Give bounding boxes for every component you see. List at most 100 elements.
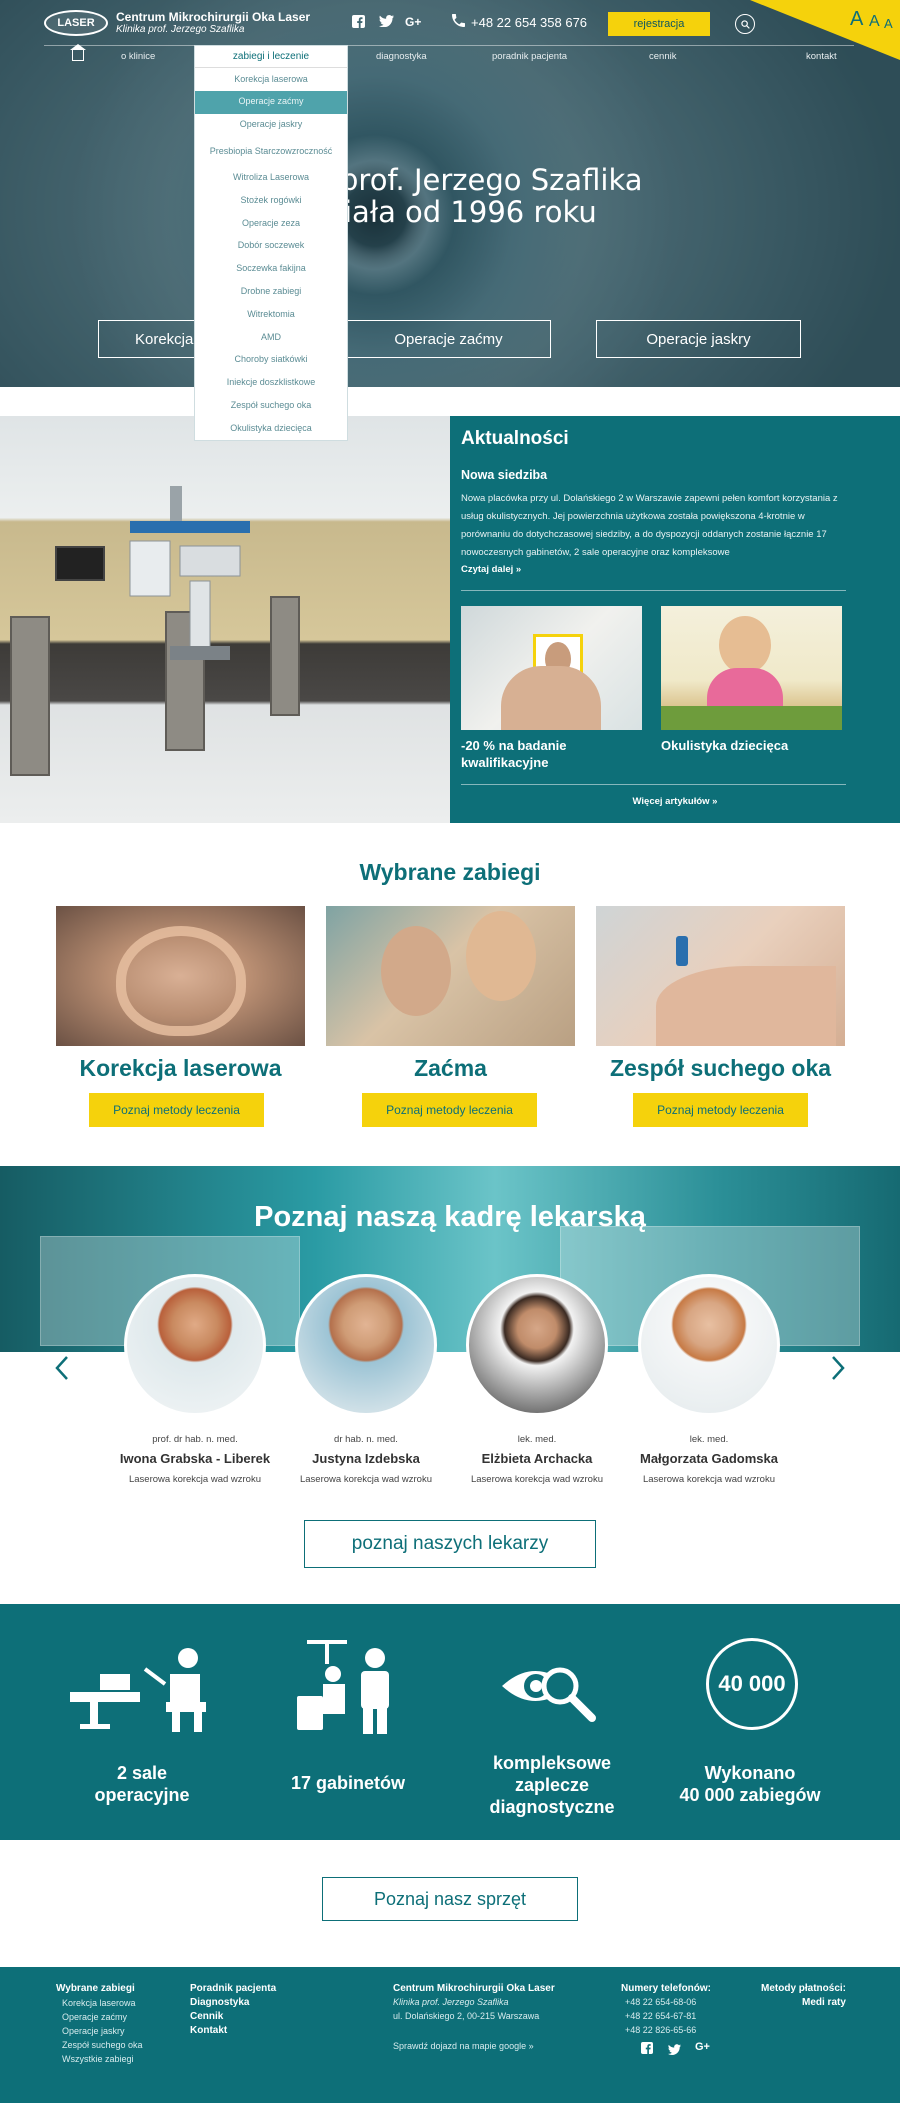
dropdown-item[interactable]: Soczewka fakijna: [195, 258, 347, 281]
google-plus-icon[interactable]: G+: [405, 15, 421, 29]
footer-link[interactable]: Wszystkie zabiegi: [62, 2054, 134, 2064]
facebook-icon[interactable]: [352, 15, 365, 31]
carousel-prev-arrow[interactable]: [54, 1355, 70, 1389]
treatment-button[interactable]: Poznaj metody leczenia: [633, 1093, 808, 1127]
dropdown-item[interactable]: Drobne zabiegi: [195, 280, 347, 303]
news-card-title[interactable]: -20 % na badanie kwalifikacyjne: [461, 738, 642, 772]
footer-google-plus-icon[interactable]: G+: [695, 2041, 710, 2053]
news-divider: [461, 784, 846, 785]
dropdown-item[interactable]: Stożek rogówki: [195, 189, 347, 212]
doctor-photo[interactable]: [466, 1274, 608, 1416]
hero-section: LASER Centrum Mikrochirurgii Oka Laser K…: [0, 0, 900, 387]
dropdown-item-active[interactable]: Operacje zaćmy: [195, 90, 347, 114]
footer-link[interactable]: Cennik: [190, 2011, 223, 2022]
dropdown-item[interactable]: Iniekcje doszklistkowe: [195, 372, 347, 395]
treatment-name[interactable]: Zespół suchego oka: [596, 1055, 845, 1082]
nav-cennik[interactable]: cennik: [649, 51, 676, 62]
nav-zabiegi-i-leczenie[interactable]: zabiegi i leczenie: [195, 46, 347, 68]
treatment-button[interactable]: Poznaj metody leczenia: [362, 1093, 537, 1127]
news-read-more-link[interactable]: Czytaj dalej »: [461, 564, 521, 575]
news-card-image-discount[interactable]: [461, 606, 642, 730]
dropdown-item[interactable]: Presbiopia Starczowzroczność: [195, 136, 347, 166]
treatment-image-suche-oko[interactable]: [596, 906, 845, 1046]
footer-phone[interactable]: +48 22 654-67-81: [625, 2011, 696, 2021]
hero-button-operacje-zacmy[interactable]: Operacje zaćmy: [346, 320, 551, 358]
search-icon[interactable]: [735, 14, 755, 34]
footer-phone[interactable]: +48 22 826-65-66: [625, 2025, 696, 2035]
carousel-next-arrow[interactable]: [830, 1355, 846, 1389]
treatment-name[interactable]: Zaćma: [326, 1055, 575, 1082]
dropdown-item[interactable]: Witrektomia: [195, 303, 347, 326]
footer-facebook-icon[interactable]: [641, 2041, 653, 2059]
dropdown-item[interactable]: Operacje zeza: [195, 212, 347, 235]
hero-button-korekcja[interactable]: Korekcja: [98, 320, 198, 358]
dropdown-item[interactable]: Zespół suchego oka: [195, 394, 347, 417]
doctor-name[interactable]: Justyna Izdebska: [276, 1451, 456, 1466]
doctor-specialty: Laserowa korekcja wad wzroku: [299, 1474, 432, 1485]
footer-link[interactable]: Poradnik pacjenta: [190, 1983, 276, 1994]
footer-phones-title: Numery telefonów:: [621, 1983, 712, 1994]
news-divider: [461, 590, 846, 591]
font-size-small[interactable]: A: [884, 16, 893, 31]
dropdown-item[interactable]: Korekcja laserowa: [195, 68, 347, 91]
doctor-photo[interactable]: [295, 1274, 437, 1416]
footer-heading[interactable]: Wybrane zabiegi: [56, 1983, 135, 1994]
treatment-image-zacma[interactable]: [326, 906, 575, 1046]
news-card-title[interactable]: Okulistyka dziecięca: [661, 738, 842, 755]
doctor-name[interactable]: Małgorzata Gadomska: [619, 1451, 799, 1466]
footer-link[interactable]: Korekcja laserowa: [62, 1998, 136, 2008]
dropdown-item[interactable]: Dobór soczewek: [195, 235, 347, 258]
stat-text: kompleksowe zaplecze diagnostyczne: [489, 1753, 615, 1817]
footer-link[interactable]: Operacje zaćmy: [62, 2012, 127, 2022]
nav-kontakt[interactable]: kontakt: [806, 51, 837, 62]
footer-link[interactable]: Operacje jaskry: [62, 2026, 125, 2036]
dropdown-item[interactable]: Operacje jaskry: [195, 114, 347, 137]
doctor-specialty: Laserowa korekcja wad wzroku: [642, 1474, 775, 1485]
twitter-icon[interactable]: [379, 15, 394, 30]
font-size-medium[interactable]: A: [869, 13, 880, 31]
footer-map-link[interactable]: Sprawdź dojazd na mapie google »: [393, 2041, 534, 2051]
news-panel: Aktualności Nowa siedziba Nowa placówka …: [450, 416, 900, 823]
doctor-photo[interactable]: [638, 1274, 780, 1416]
dropdown-item[interactable]: Choroby siatkówki: [195, 349, 347, 372]
stat-text: 2 sale operacyjne: [94, 1763, 190, 1805]
logo[interactable]: LASER: [44, 10, 108, 36]
doctor-degree: lek. med.: [689, 1434, 729, 1445]
surgical-microscope-image: [129, 486, 250, 660]
header-phone[interactable]: +48 22 654 358 676: [471, 15, 587, 30]
footer-twitter-icon[interactable]: [668, 2042, 681, 2060]
hero-button-operacje-jaskry[interactable]: Operacje jaskry: [596, 320, 801, 358]
doctor-photo[interactable]: [124, 1274, 266, 1416]
news-headline[interactable]: Nowa siedziba: [461, 468, 547, 482]
footer-phone[interactable]: +48 22 654-68-06: [625, 1997, 696, 2007]
hero-title: prof. Jerzego Szaflika iała od 1996 roku: [340, 163, 643, 229]
meet-doctors-button[interactable]: poznaj naszych lekarzy: [304, 1520, 596, 1568]
footer-link[interactable]: Diagnostyka: [190, 1997, 249, 2008]
treatment-button[interactable]: Poznaj metody leczenia: [89, 1093, 264, 1127]
footer-link[interactable]: Zespół suchego oka: [62, 2040, 143, 2050]
brand-subtitle: Klinika prof. Jerzego Szaflika: [116, 24, 245, 35]
nav-poradnik-pacjenta[interactable]: poradnik pacjenta: [492, 51, 567, 62]
news-card-image-children[interactable]: [661, 606, 842, 730]
treatment-image-korekcja[interactable]: [56, 906, 305, 1046]
register-button[interactable]: rejestracja: [608, 12, 710, 36]
equipment-button[interactable]: Poznaj nasz sprzęt: [322, 1877, 578, 1921]
home-icon[interactable]: [70, 44, 86, 61]
news-body: Nowa placówka przy ul. Dolańskiego 2 w W…: [461, 493, 838, 558]
nav-o-klinice[interactable]: o klinice: [121, 51, 155, 62]
dropdown-item[interactable]: Okulistyka dziecięca: [195, 417, 347, 440]
doctors-title: Poznaj naszą kadrę lekarską: [254, 1201, 646, 1233]
footer-link[interactable]: Kontakt: [190, 2025, 227, 2036]
doctor-name[interactable]: Iwona Grabska - Liberek: [105, 1451, 285, 1466]
more-articles-link[interactable]: Więcej artykułów »: [450, 796, 900, 807]
dropdown-item[interactable]: Witroliza Laserowa: [195, 166, 347, 189]
nav-diagnostyka[interactable]: diagnostyka: [376, 51, 427, 62]
treatment-name[interactable]: Korekcja laserowa: [56, 1055, 305, 1082]
brand-title: Centrum Mikrochirurgii Oka Laser: [116, 10, 311, 24]
doctor-name[interactable]: Elżbieta Archacka: [447, 1451, 627, 1466]
doctor-specialty: Laserowa korekcja wad wzroku: [470, 1474, 603, 1485]
font-size-large[interactable]: A: [850, 8, 863, 31]
footer-payments[interactable]: Medi raty: [802, 1997, 846, 2008]
doctor-specialty: Laserowa korekcja wad wzroku: [128, 1474, 261, 1485]
dropdown-item[interactable]: AMD: [195, 326, 347, 349]
